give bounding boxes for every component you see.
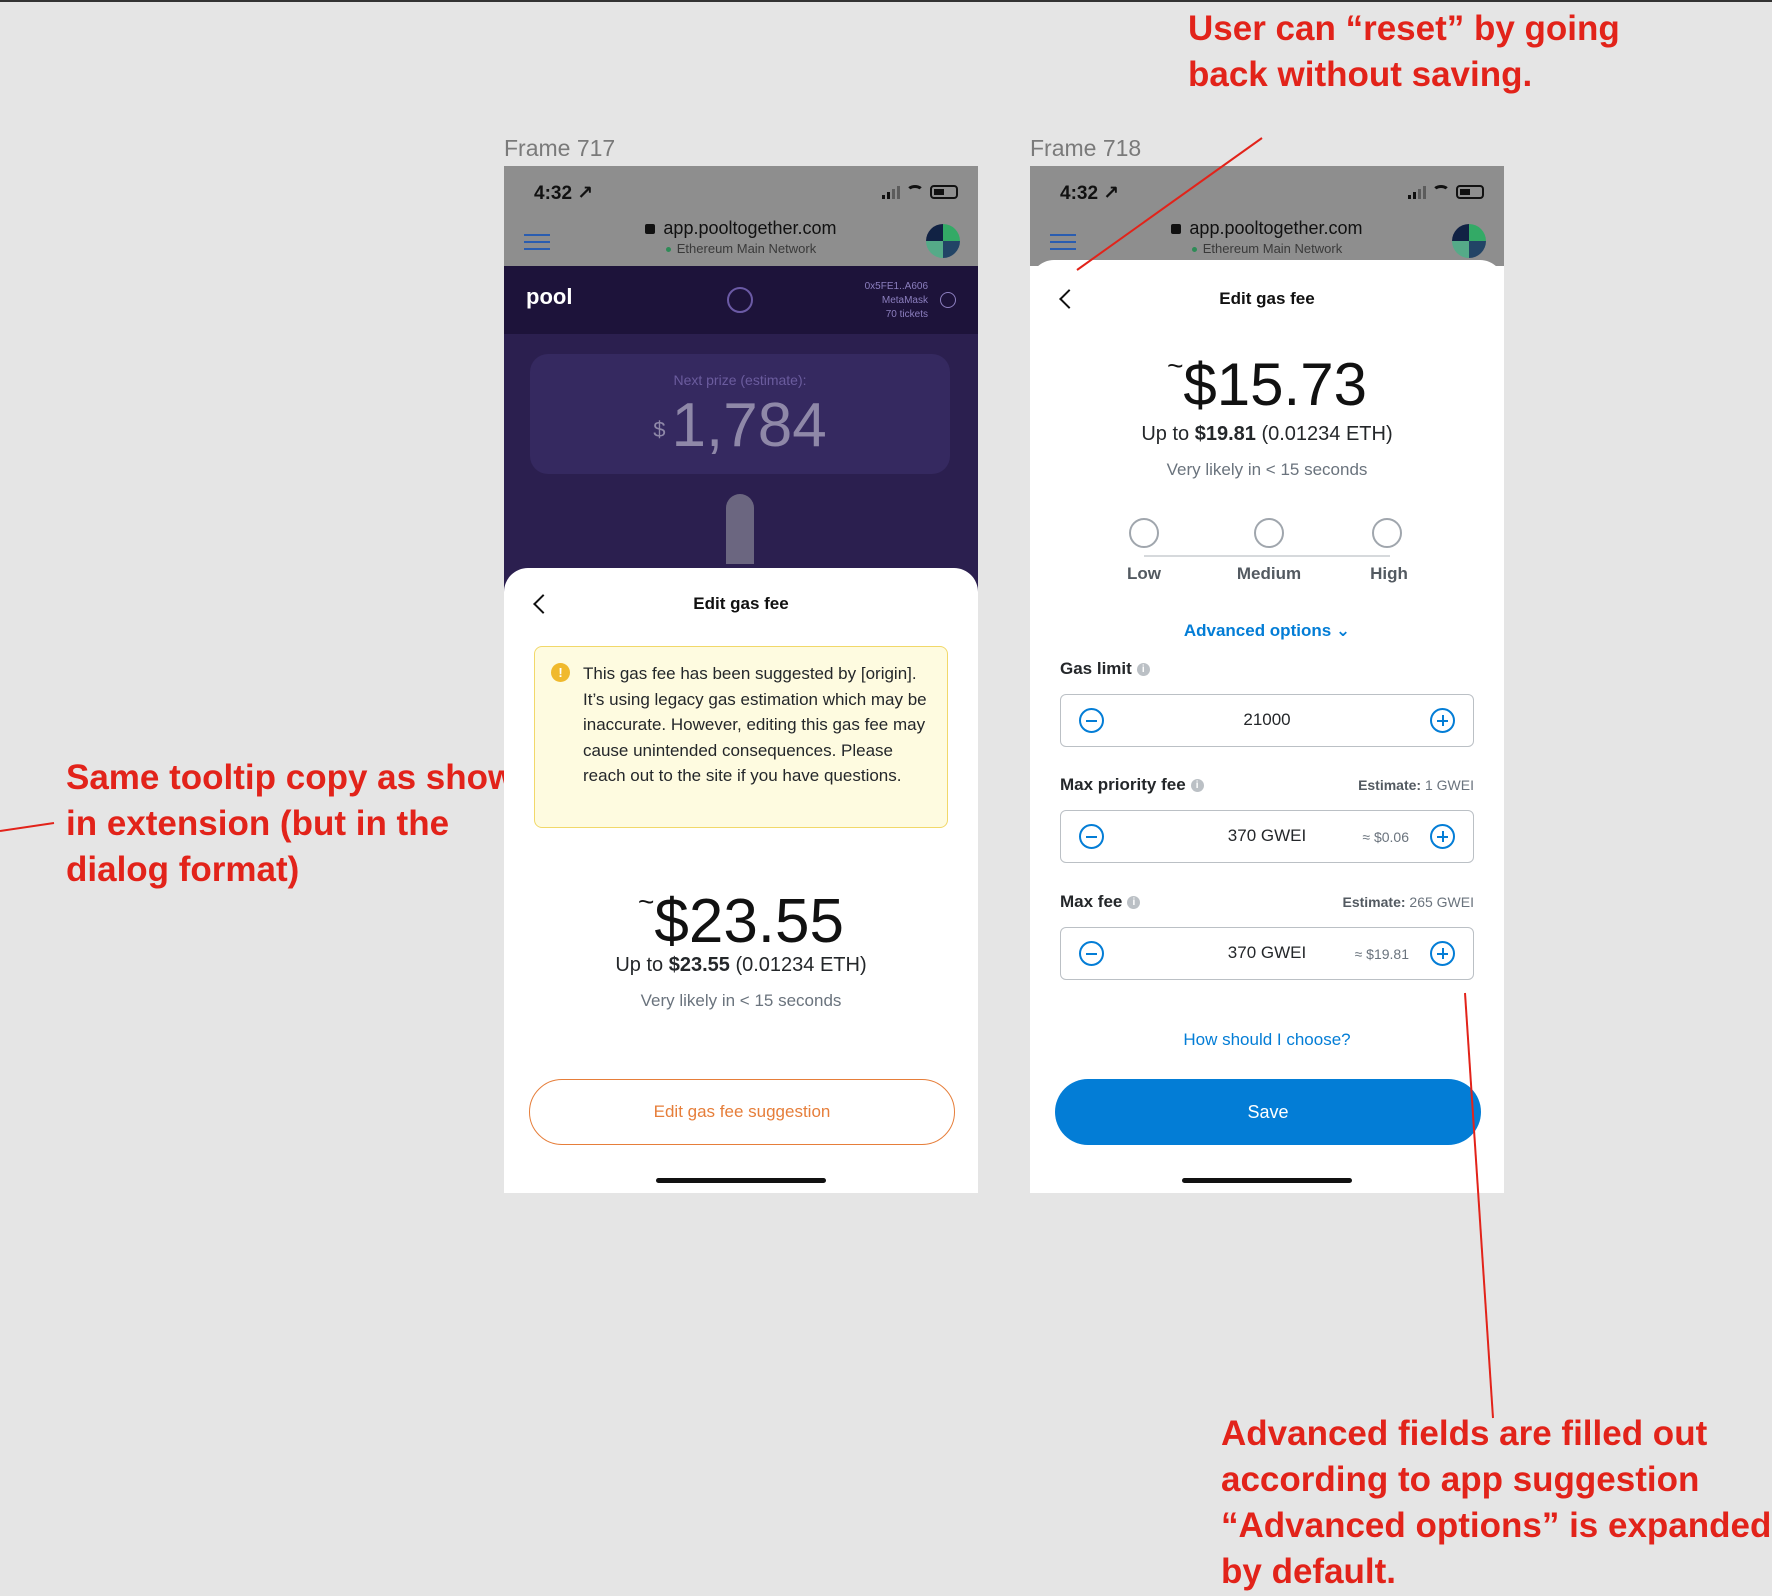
advanced-connector-line [1464, 992, 1494, 1419]
annotation-connectors [0, 137, 1494, 1419]
reset-connector-line [1076, 137, 1263, 271]
tooltip-connector-line [0, 822, 55, 832]
